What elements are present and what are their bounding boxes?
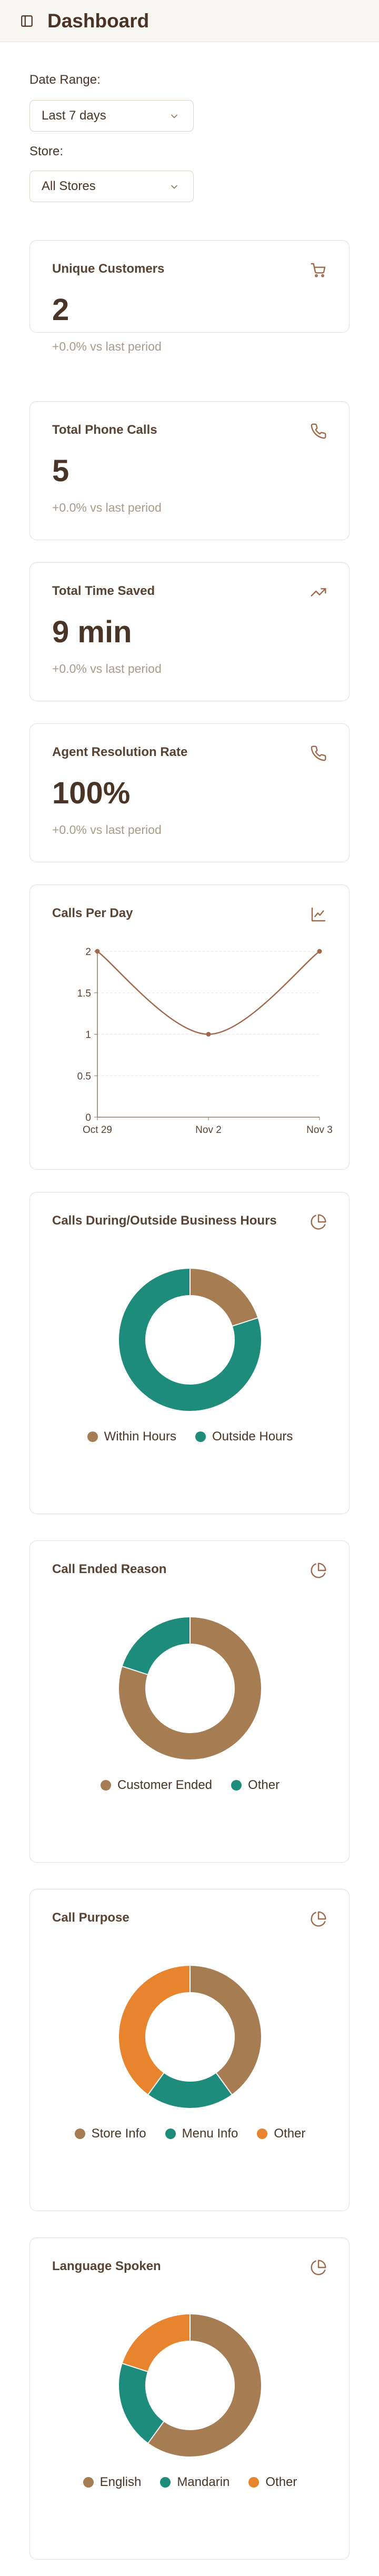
- x-tick-label: Nov 2: [195, 1125, 222, 1136]
- donut-slice[interactable]: [122, 1617, 191, 1675]
- legend-swatch: [83, 2477, 94, 2488]
- x-tick-label: Nov 3: [306, 1125, 333, 1136]
- y-tick-label: 0.5: [77, 1071, 91, 1082]
- legend-item[interactable]: Other: [231, 1778, 280, 1793]
- legend-label: Menu Info: [182, 2126, 238, 2141]
- donut-chart: [119, 1617, 261, 1759]
- chart-card-call-ended-reason: Call Ended Reason Customer Ended Other: [29, 1540, 350, 1863]
- date-range-value: Last 7 days: [42, 108, 106, 123]
- legend-item[interactable]: Outside Hours: [195, 1429, 293, 1444]
- date-range-select[interactable]: Last 7 days: [29, 100, 194, 132]
- donut-chart: [119, 1269, 261, 1411]
- donut-chart: [119, 2314, 261, 2456]
- phone-icon: [311, 745, 326, 761]
- donut-chart: [119, 1966, 261, 2108]
- legend-item[interactable]: English: [83, 2475, 142, 2490]
- legend-swatch: [87, 1431, 98, 1442]
- legend-label: Outside Hours: [212, 1429, 293, 1444]
- legend-swatch: [257, 2129, 268, 2139]
- donut-slice[interactable]: [190, 1269, 258, 1327]
- donut-slice[interactable]: [190, 1966, 261, 2095]
- phone-icon: [311, 423, 326, 439]
- legend-label: Other: [265, 2475, 297, 2489]
- legend-label: Other: [274, 2126, 306, 2141]
- metric-delta: +0.0% vs last period: [52, 662, 162, 675]
- chart-legend: Store Info Menu Info Other: [30, 2126, 350, 2141]
- metric-card-total-phone-calls: Total Phone Calls 5 +0.0% vs last period: [29, 401, 350, 540]
- legend-label: Customer Ended: [117, 1778, 213, 1792]
- cart-icon: [311, 263, 326, 277]
- legend-item[interactable]: Store Info: [74, 2126, 146, 2141]
- metric-title: Total Phone Calls: [52, 423, 157, 437]
- metric-value: 100%: [52, 776, 131, 810]
- y-tick-label: 0: [85, 1112, 91, 1123]
- legend-swatch: [231, 1780, 242, 1791]
- legend-item[interactable]: Other: [257, 2126, 305, 2141]
- donut-slice[interactable]: [148, 2073, 232, 2108]
- page-title: Dashboard: [47, 10, 149, 32]
- y-tick-label: 1: [85, 1030, 91, 1041]
- legend-item[interactable]: Other: [248, 2475, 297, 2490]
- chevron-down-icon: [171, 185, 177, 189]
- store-select[interactable]: All Stores: [29, 171, 194, 202]
- chart-card-calls-per-day: Calls Per Day 0 0.5 1 1.5 2 Oct 29 Nov 2 Nov 3: [29, 884, 350, 1170]
- legend-label: English: [99, 2475, 142, 2489]
- chart-card-business-hours: Calls During/Outside Business Hours With…: [29, 1192, 350, 1514]
- store-label: Store:: [29, 144, 64, 158]
- metric-delta: +0.0% vs last period: [52, 501, 162, 514]
- donut-slice[interactable]: [119, 2363, 164, 2443]
- chart-card-language-spoken: Language Spoken English Mandarin Other: [29, 2237, 350, 2560]
- top-bar: Dashboard: [0, 0, 379, 42]
- legend-swatch: [74, 2129, 85, 2139]
- metric-value: 9 min: [52, 615, 132, 649]
- metric-title: Unique Customers: [52, 262, 165, 276]
- legend-swatch: [100, 1780, 111, 1791]
- metric-value: 5: [52, 454, 69, 488]
- data-point[interactable]: [206, 1032, 211, 1037]
- sidebar-toggle-icon[interactable]: [20, 14, 34, 28]
- metric-value: 2: [52, 293, 69, 327]
- date-range-label: Date Range:: [29, 73, 101, 87]
- legend-item[interactable]: Within Hours: [87, 1429, 176, 1444]
- metric-title: Total Time Saved: [52, 584, 155, 598]
- legend-item[interactable]: Customer Ended: [100, 1778, 213, 1793]
- metric-title: Agent Resolution Rate: [52, 745, 188, 759]
- metric-card-agent-resolution-rate: Agent Resolution Rate 100% +0.0% vs last…: [29, 723, 350, 862]
- legend-swatch: [160, 2477, 171, 2488]
- legend-label: Store Info: [91, 2126, 146, 2141]
- chevron-down-icon: [171, 114, 177, 118]
- legend-label: Within Hours: [104, 1429, 176, 1444]
- legend-label: Mandarin: [177, 2475, 230, 2489]
- legend-item[interactable]: Menu Info: [165, 2126, 238, 2141]
- legend-swatch: [248, 2477, 260, 2488]
- x-tick-label: Oct 29: [83, 1125, 112, 1136]
- metric-card-total-time-saved: Total Time Saved 9 min +0.0% vs last per…: [29, 562, 350, 701]
- donut-slice[interactable]: [122, 2314, 191, 2372]
- store-value: All Stores: [42, 179, 96, 193]
- chart-card-call-purpose: Call Purpose Store Info Menu Info Other: [29, 1889, 350, 2211]
- y-tick-label: 2: [85, 947, 91, 958]
- trending-up-icon: [311, 588, 326, 596]
- metric-card-unique-customers: Unique Customers 2 +0.0% vs last period: [29, 240, 350, 353]
- y-tick-label: 1.5: [77, 988, 91, 999]
- chart-legend: Customer Ended Other: [30, 1778, 350, 1793]
- chart-legend: Within Hours Outside Hours: [30, 1429, 350, 1444]
- legend-item[interactable]: Mandarin: [160, 2475, 230, 2490]
- line-chart: 0 0.5 1 1.5 2 Oct 29 Nov 2 Nov 3: [77, 947, 333, 1136]
- data-point[interactable]: [317, 949, 322, 954]
- legend-swatch: [165, 2129, 176, 2139]
- chart-legend: English Mandarin Other: [30, 2475, 350, 2490]
- metric-delta: +0.0% vs last period: [52, 823, 162, 837]
- data-point[interactable]: [95, 949, 100, 954]
- metric-delta: +0.0% vs last period: [52, 340, 162, 353]
- legend-swatch: [195, 1431, 206, 1442]
- legend-label: Other: [248, 1778, 280, 1792]
- donut-slice[interactable]: [119, 1966, 191, 2095]
